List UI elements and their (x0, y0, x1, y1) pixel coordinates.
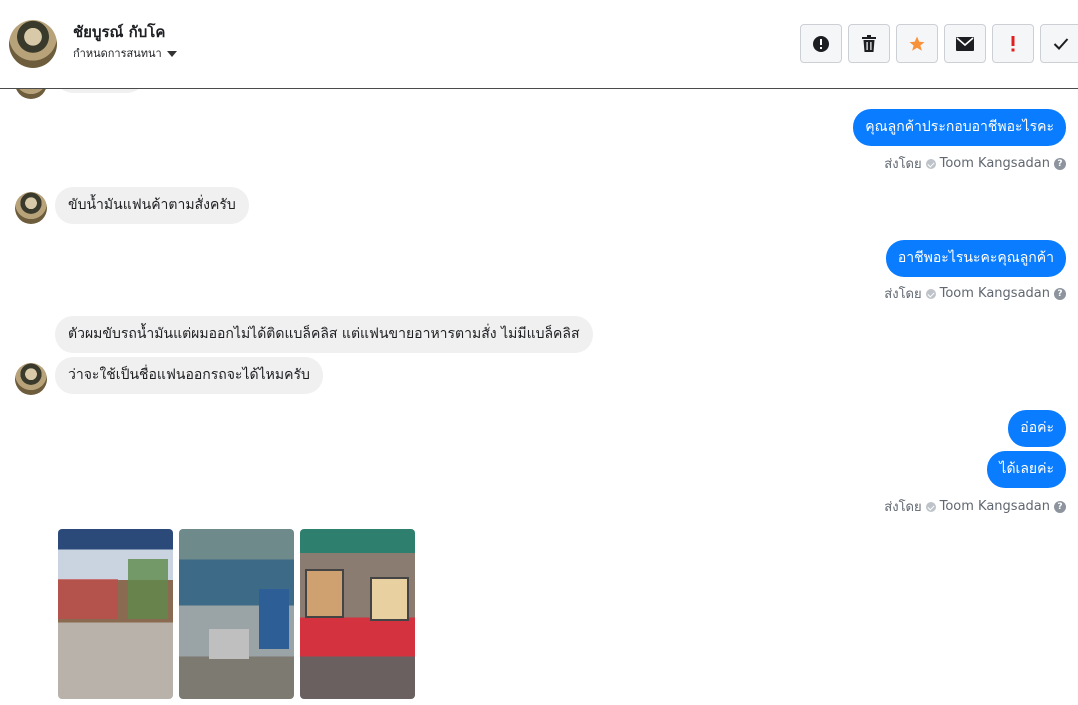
photo-thumbnail[interactable] (179, 529, 294, 699)
check-icon (1053, 37, 1069, 50)
message-bubble-outgoing[interactable]: อาชีพอะไรนะคะคุณลูกค้า (885, 240, 1066, 277)
mark-unread-button[interactable] (944, 24, 986, 63)
message-bubble-incoming-partial[interactable] (55, 89, 145, 93)
contact-avatar-small[interactable] (15, 363, 47, 395)
help-icon[interactable]: ? (1054, 287, 1066, 300)
verified-check-icon (925, 158, 936, 169)
sent-by-meta: ส่งโดย Toom Kangsadan ? (884, 283, 1066, 304)
message-bubble-outgoing[interactable]: คุณลูกค้าประกอบอาชีพอะไรคะ (853, 109, 1066, 146)
assign-conversation-dropdown[interactable]: กำหนดการสนทนา (73, 44, 177, 62)
message-bubble-outgoing[interactable]: อ่อค่ะ (1008, 410, 1066, 447)
verified-check-icon (925, 501, 936, 512)
follow-up-button[interactable] (992, 24, 1034, 63)
mark-spam-button[interactable] (800, 24, 842, 63)
sent-by-meta: ส่งโดย Toom Kangsadan ? (884, 496, 1066, 517)
trash-icon (862, 34, 876, 52)
help-icon[interactable]: ? (1054, 157, 1066, 170)
message-bubble-incoming[interactable]: ตัวผมขับรถน้ำมันแต่ผมออกไม่ได้ติดแบล็คลิ… (55, 316, 593, 353)
alert-circle-icon (813, 35, 829, 52)
contact-avatar[interactable] (9, 20, 57, 68)
contact-name[interactable]: ชัยบูรณ์ กับโค (73, 20, 165, 44)
help-icon[interactable]: ? (1054, 500, 1066, 513)
sent-by-label: ส่งโดย (884, 500, 922, 515)
verified-check-icon (925, 288, 936, 299)
message-bubble-incoming[interactable]: ว่าจะใช้เป็นชื่อแฟนออกรถจะได้ไหมครับ (55, 357, 323, 394)
sender-name[interactable]: Toom Kangsadan (940, 156, 1050, 171)
contact-avatar-small (15, 89, 47, 99)
exclamation-icon (1011, 35, 1015, 51)
photo-attachments (58, 529, 415, 699)
star-icon (909, 36, 925, 51)
envelope-icon (956, 36, 974, 51)
star-button[interactable] (896, 24, 938, 63)
message-bubble-outgoing[interactable]: ได้เลยค่ะ (987, 451, 1066, 488)
assign-conversation-label: กำหนดการสนทนา (73, 47, 162, 60)
sender-name[interactable]: Toom Kangsadan (940, 499, 1050, 514)
message-bubble-incoming[interactable]: ขับน้ำมันแฟนค้าตามสั่งครับ (55, 187, 249, 224)
mark-done-button[interactable] (1040, 24, 1078, 63)
delete-button[interactable] (848, 24, 890, 63)
conversation-header: ชัยบูรณ์ กับโค กำหนดการสนทนา (0, 0, 1078, 89)
sent-by-label: ส่งโดย (884, 157, 922, 172)
sent-by-label: ส่งโดย (884, 287, 922, 302)
message-thread[interactable]: คุณลูกค้าประกอบอาชีพอะไรคะ ส่งโดย Toom K… (0, 89, 1078, 705)
photo-thumbnail[interactable] (58, 529, 173, 699)
sender-name[interactable]: Toom Kangsadan (940, 286, 1050, 301)
caret-down-icon (166, 51, 177, 57)
photo-thumbnail[interactable] (300, 529, 415, 699)
contact-avatar-small[interactable] (15, 192, 47, 224)
sent-by-meta: ส่งโดย Toom Kangsadan ? (884, 153, 1066, 174)
conversation-toolbar (800, 24, 1078, 63)
